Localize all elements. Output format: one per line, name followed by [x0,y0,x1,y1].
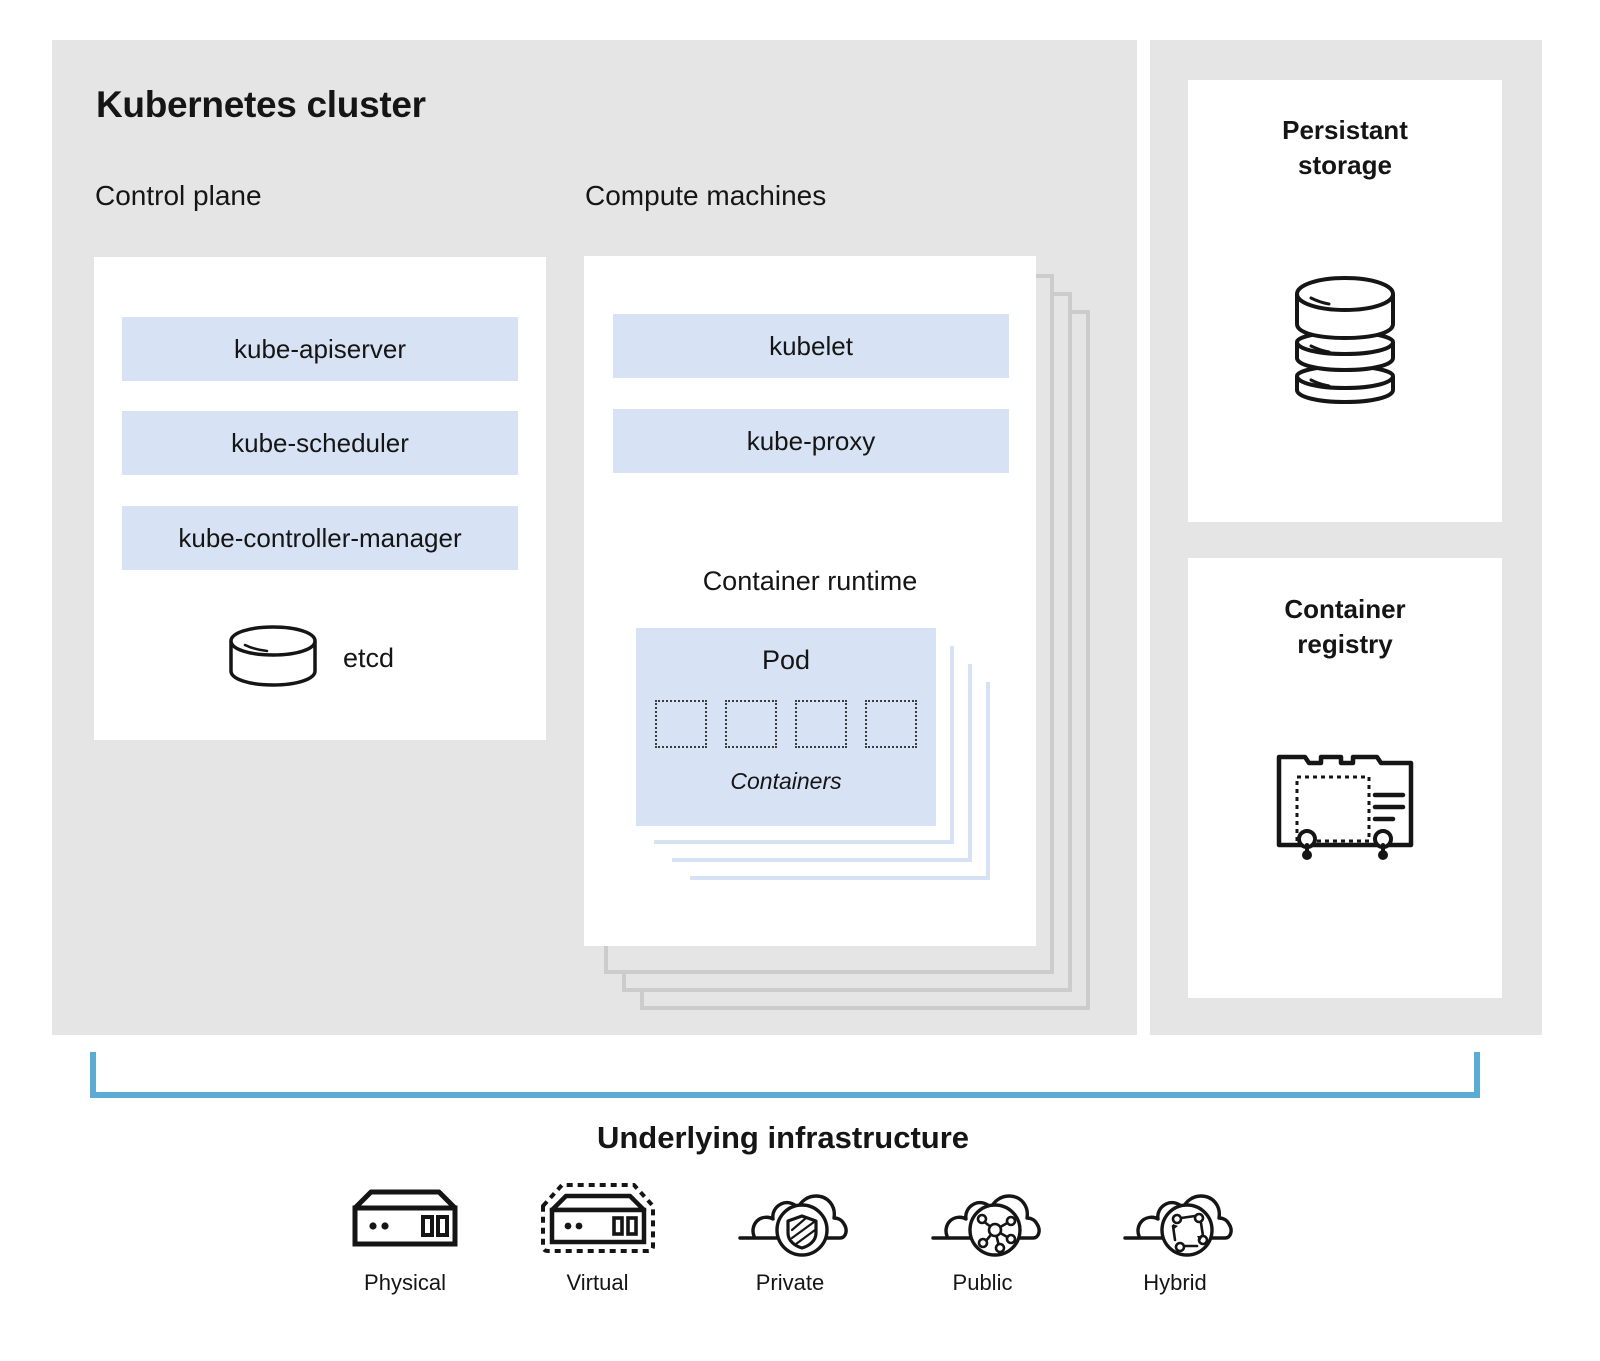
database-stack-icon [1188,268,1502,408]
container-squares-group [655,700,917,748]
cloud-network-icon [923,1180,1043,1257]
compute-machines-title: Compute machines [585,180,827,211]
infrastructure-item-private: Private [705,1180,875,1296]
container-registry-title-line2: registry [1297,628,1393,659]
underlying-infrastructure-title: Underlying infrastructure [596,1120,970,1155]
control-plane-title: Control plane [95,180,262,211]
cloud-shield-icon [730,1180,850,1257]
infrastructure-bracket [90,1052,1480,1098]
cloud-cycle-icon [1115,1180,1235,1257]
cluster-title: Kubernetes cluster [96,84,426,125]
etcd-row: etcd [225,623,455,694]
persistant-storage-title-line2: storage [1298,149,1392,180]
infrastructure-label: Hybrid [1143,1270,1207,1295]
infrastructure-label: Physical [364,1270,446,1295]
component-kube-controller-manager: kube-controller-manager [122,506,518,570]
infrastructure-item-hybrid: Hybrid [1090,1180,1260,1296]
container-square [725,700,777,748]
container-registry-title: Container registry [1188,592,1502,662]
database-cylinder-icon [225,623,321,694]
container-square [865,700,917,748]
infrastructure-item-virtual: Virtual [513,1180,683,1296]
infrastructure-item-physical: Physical [320,1180,490,1296]
container-square [795,700,847,748]
infrastructure-label: Public [952,1270,1013,1295]
server-dashed-icon [540,1180,656,1256]
component-kube-scheduler: kube-scheduler [122,411,518,475]
container-square [655,700,707,748]
etcd-label: etcd [343,642,395,673]
container-registry-title-line1: Container [1284,594,1406,624]
container-runtime-title: Container runtime [702,566,918,596]
infrastructure-items-row: Physical Virtual Private Public Hybrid [320,1180,1260,1296]
registry-case-icon [1188,740,1502,870]
containers-label: Containers [730,768,842,794]
component-kube-proxy: kube-proxy [613,409,1009,473]
kubernetes-architecture-diagram: Kubernetes cluster Control plane Compute… [0,0,1600,1361]
component-kube-apiserver: kube-apiserver [122,317,518,381]
infrastructure-label: Private [755,1270,825,1295]
persistant-storage-title: Persistant storage [1188,113,1502,183]
server-icon [347,1180,463,1256]
persistant-storage-title-line1: Persistant [1282,115,1408,145]
component-kubelet: kubelet [613,314,1009,378]
pod-label: Pod [761,645,811,675]
infrastructure-item-public: Public [898,1180,1068,1296]
infrastructure-label: Virtual [566,1270,629,1295]
